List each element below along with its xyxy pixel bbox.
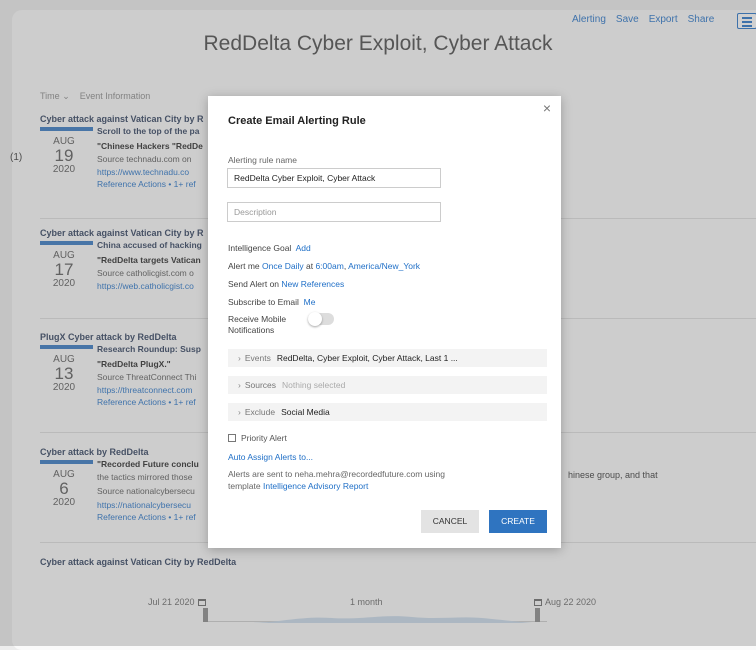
close-icon[interactable]: × [543, 100, 551, 116]
send-alert-row: Send Alert on New References [228, 279, 345, 289]
time-link[interactable]: 6:00am [315, 261, 343, 271]
mobile-notifications-label: Receive Mobile Notifications [228, 314, 287, 335]
auto-assign-row: Auto Assign Alerts to... [228, 452, 313, 462]
cancel-button[interactable]: CANCEL [421, 510, 479, 533]
subscribe-row: Subscribe to Email Me [228, 297, 316, 307]
mobile-notifications-toggle[interactable] [308, 312, 334, 326]
auto-assign-link[interactable]: Auto Assign Alerts to... [228, 452, 313, 462]
add-goal-link[interactable]: Add [296, 243, 311, 253]
rule-name-input[interactable] [227, 168, 441, 188]
dialog-title: Create Email Alerting Rule [228, 115, 366, 127]
priority-alert-checkbox[interactable] [228, 434, 236, 442]
chevron-right-icon: › [238, 407, 241, 417]
chevron-right-icon: › [238, 353, 241, 363]
subscriber-link[interactable]: Me [304, 297, 316, 307]
create-button[interactable]: CREATE [489, 510, 547, 533]
rule-name-label: Alerting rule name [228, 155, 297, 165]
priority-alert-row[interactable]: Priority Alert [228, 433, 287, 443]
frequency-link[interactable]: Once Daily [262, 261, 304, 271]
intelligence-goal-row: Intelligence Goal Add [228, 243, 311, 253]
send-on-link[interactable]: New References [281, 279, 344, 289]
exclude-filter[interactable]: › Exclude Social Media [228, 403, 547, 421]
template-link[interactable]: Intelligence Advisory Report [263, 481, 368, 491]
alert-schedule-row: Alert me Once Daily at 6:00am, America/N… [228, 261, 421, 271]
create-alert-dialog: × Create Email Alerting Rule Alerting ru… [208, 96, 561, 548]
chevron-right-icon: › [238, 380, 241, 390]
timezone-link[interactable]: America/New_York [348, 261, 420, 271]
description-input[interactable] [227, 202, 441, 222]
events-filter[interactable]: › Events RedDelta, Cyber Exploit, Cyber At… [228, 349, 547, 367]
alert-info-text: Alerts are sent to neha.mehra@recordedfu… [228, 469, 445, 491]
sources-filter[interactable]: › Sources Nothing selected [228, 376, 547, 394]
